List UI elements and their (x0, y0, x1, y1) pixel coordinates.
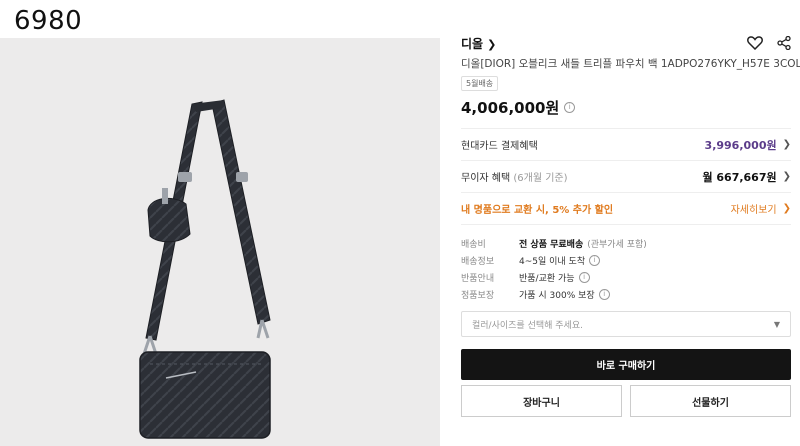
detail-value: 전 상품 무료배송 (관부가세 포함) (519, 237, 647, 250)
detail-row-return: 반품안내 반품/교환 가능 i (461, 269, 791, 286)
price-row: 4,006,000원 i (461, 97, 791, 118)
card-benefit-value: 3,996,000원 ❯ (705, 137, 791, 153)
authenticity-text: 가품 시 300% 보장 (519, 291, 595, 301)
detail-key: 정품보장 (461, 291, 495, 301)
chevron-right-icon: ❯ (487, 37, 497, 51)
card-benefit-label: 현대카드 결제혜택 (461, 141, 538, 152)
shipping-badge: 5월배송 (461, 76, 499, 91)
brand-link[interactable]: 디올 ❯ (461, 35, 496, 52)
info-icon[interactable]: i (598, 289, 610, 300)
installment-row[interactable]: 무이자 혜택 (6개월 기준) 월 667,667원 ❯ (461, 161, 791, 193)
detail-key: 배송정보 (461, 257, 495, 267)
caret-down-icon: ▼ (773, 319, 780, 329)
duty-note: (관부가세 포함) (587, 240, 647, 250)
trade-in-link-text: 자세히보기 (730, 205, 777, 216)
product-price: 4,006,000원 (461, 99, 560, 117)
info-icon[interactable]: i (564, 102, 576, 113)
secondary-actions: 장바구니 선물하기 (461, 385, 791, 417)
option-select[interactable]: 컬러/사이즈를 선택해 주세요. ▼ (461, 311, 791, 337)
brand-row: 디올 ❯ (461, 33, 791, 53)
brand-name: 디올 (461, 36, 484, 51)
installment-note: (6개월 기준) (513, 173, 568, 184)
installment-label: 무이자 혜택 (6개월 기준) (461, 169, 568, 184)
buy-now-button[interactable]: 바로 구매하기 (461, 349, 791, 380)
share-icon[interactable] (777, 36, 791, 50)
free-shipping-text: 전 상품 무료배송 (519, 240, 584, 250)
product-photo (139, 99, 271, 439)
gift-button[interactable]: 선물하기 (630, 385, 791, 417)
detail-key: 배송비 (461, 240, 486, 250)
info-icon[interactable]: i (589, 255, 601, 266)
heart-icon[interactable] (747, 36, 763, 50)
card-benefit-row[interactable]: 현대카드 결제혜택 3,996,000원 ❯ (461, 129, 791, 161)
card-benefit-price: 3,996,000원 (704, 138, 777, 152)
chevron-right-icon: ❯ (782, 203, 791, 214)
shipping-details: 배송비 전 상품 무료배송 (관부가세 포함) 배송정보 4~5일 이내 도착 … (461, 235, 791, 303)
delivery-text: 4~5일 이내 도착 (519, 257, 586, 267)
detail-value: 가품 시 300% 보장 i (519, 288, 610, 301)
return-text: 반품/교환 가능 (519, 274, 575, 284)
product-title: 디올[DIOR] 오블리크 새들 트리플 파우치 백 1ADPO276YKY_H… (461, 58, 800, 70)
product-info-panel: 디올 ❯ 디올[DIOR] 오블리크 새들 트리플 파우치 백 1ADPO276Y… (461, 33, 800, 417)
add-to-cart-button[interactable]: 장바구니 (461, 385, 622, 417)
image-id-label: 6980 (14, 6, 83, 36)
installment-value: 월 667,667원 ❯ (702, 169, 791, 185)
trade-in-row[interactable]: 내 명품으로 교환 시, 5% 추가 할인 자세히보기 ❯ (461, 193, 791, 225)
detail-row-shipping-fee: 배송비 전 상품 무료배송 (관부가세 포함) (461, 235, 791, 252)
chevron-right-icon: ❯ (782, 139, 791, 150)
installment-amount: 월 667,667원 (702, 170, 777, 184)
info-icon[interactable]: i (578, 272, 590, 283)
detail-value: 반품/교환 가능 i (519, 271, 590, 284)
trade-in-label: 내 명품으로 교환 시, 5% 추가 할인 (461, 205, 614, 216)
detail-row-delivery: 배송정보 4~5일 이내 도착 i (461, 252, 791, 269)
installment-title: 무이자 혜택 (461, 173, 511, 184)
trade-in-details-link[interactable]: 자세히보기 ❯ (731, 201, 791, 216)
product-image[interactable] (0, 38, 440, 446)
product-actions (747, 36, 791, 50)
detail-row-authenticity: 정품보장 가품 시 300% 보장 i (461, 286, 791, 303)
detail-value: 4~5일 이내 도착 i (519, 254, 601, 267)
detail-key: 반품안내 (461, 274, 495, 284)
option-select-placeholder: 컬러/사이즈를 선택해 주세요. (472, 320, 583, 331)
chevron-right-icon: ❯ (782, 171, 791, 182)
